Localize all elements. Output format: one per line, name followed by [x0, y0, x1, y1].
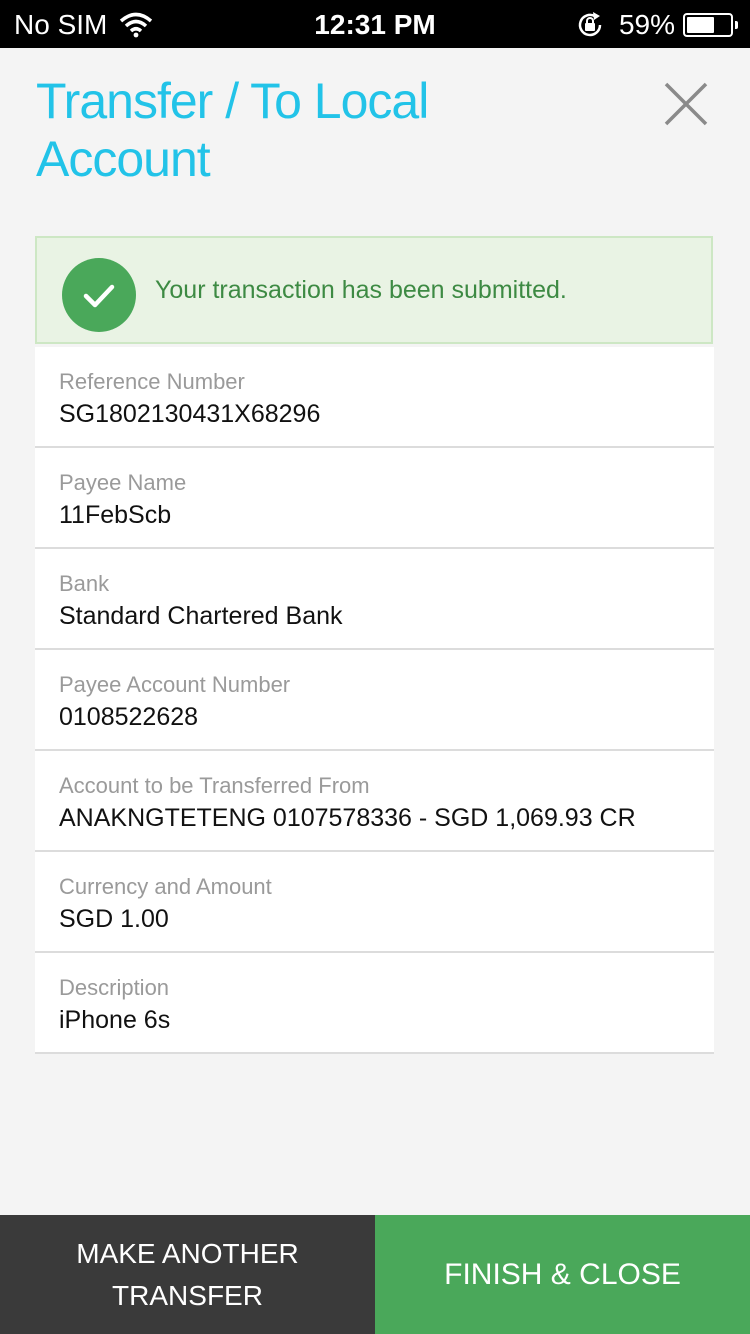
detail-label: Currency and Amount: [59, 874, 272, 899]
make-another-transfer-button[interactable]: MAKE ANOTHER TRANSFER: [0, 1215, 375, 1334]
detail-row-payee-name: Payee Name 11FebScb: [35, 448, 714, 549]
page-title: Transfer / To Local Account: [36, 73, 429, 187]
success-banner: Your transaction has been submitted.: [35, 236, 713, 344]
detail-value: iPhone 6s: [59, 1006, 171, 1034]
detail-label: Reference Number: [59, 369, 245, 394]
detail-value: SG1802130431X68296: [59, 400, 321, 428]
battery-percent: 59%: [618, 9, 675, 40]
detail-value: 0108522628: [59, 703, 199, 731]
detail-row-description: Description iPhone 6s: [35, 953, 714, 1054]
transaction-details: Reference Number SG1802130431X68296 Paye…: [35, 347, 714, 1054]
battery-icon: [683, 13, 738, 37]
close-icon[interactable]: [660, 78, 712, 130]
finish-close-button[interactable]: FINISH & CLOSE: [375, 1215, 750, 1334]
detail-value: Standard Chartered Bank: [59, 602, 343, 630]
status-right: 59%: [575, 9, 738, 41]
detail-row-amount: Currency and Amount SGD 1.00: [35, 852, 714, 953]
detail-row-bank: Bank Standard Chartered Bank: [35, 549, 714, 650]
detail-value: ANAKNGTETENG 0107578336 - SGD 1,069.93 C…: [59, 804, 636, 832]
detail-label: Bank: [59, 571, 110, 596]
detail-row-from-account: Account to be Transferred From ANAKNGTET…: [35, 751, 714, 852]
success-message: Your transaction has been submitted.: [155, 276, 567, 304]
detail-row-reference: Reference Number SG1802130431X68296: [35, 347, 714, 448]
detail-label: Payee Name: [59, 470, 187, 495]
checkmark-icon: [62, 258, 136, 332]
action-bar: MAKE ANOTHER TRANSFER FINISH & CLOSE: [0, 1215, 750, 1334]
detail-label: Description: [59, 975, 170, 1000]
detail-row-payee-account: Payee Account Number 0108522628: [35, 650, 714, 751]
detail-label: Account to be Transferred From: [59, 773, 370, 798]
detail-value: 11FebScb: [59, 501, 172, 529]
detail-value: SGD 1.00: [59, 905, 169, 933]
detail-label: Payee Account Number: [59, 672, 291, 697]
rotation-lock-icon: [578, 12, 602, 37]
status-bar: No SIM 12:31 PM 59%: [0, 0, 750, 48]
